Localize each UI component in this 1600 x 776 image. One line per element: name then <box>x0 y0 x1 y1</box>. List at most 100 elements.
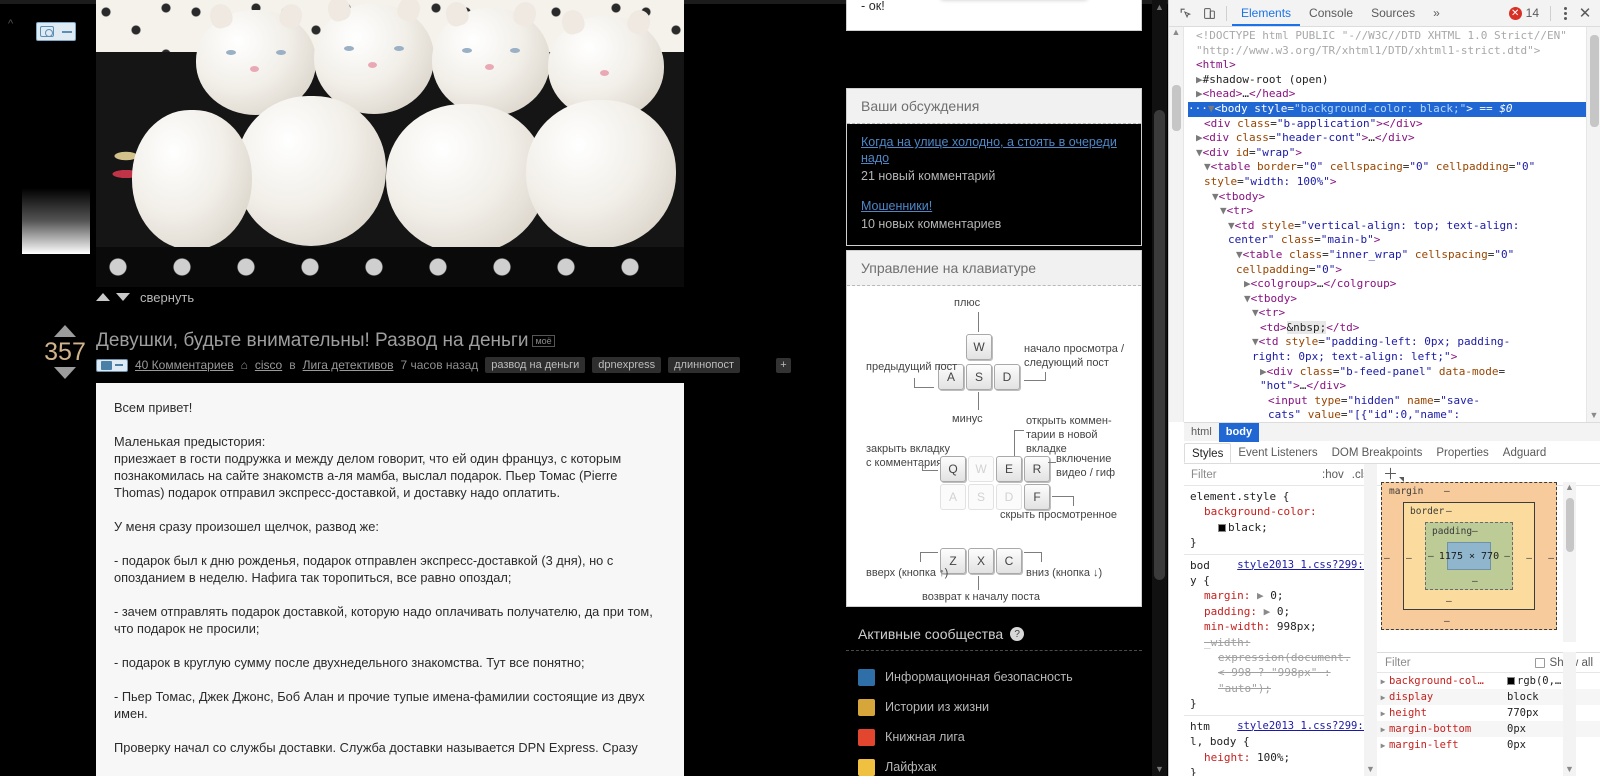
dom-node[interactable]: "hot">…</div> <box>1188 379 1586 394</box>
stylesheet-source-link[interactable]: style2013 1.css?299:4 <box>1237 558 1370 573</box>
style-rule-element[interactable]: element.style { background-color: black;… <box>1184 486 1376 555</box>
dom-node[interactable]: ▶<head>…</head> <box>1188 87 1586 102</box>
box-model-margin-right[interactable]: – <box>1548 553 1554 564</box>
vote-up-button[interactable] <box>54 325 76 337</box>
box-model-margin-bottom[interactable]: – <box>1444 616 1450 627</box>
tab-dom-breakpoints[interactable]: DOM Breakpoints <box>1325 443 1430 463</box>
dom-node[interactable]: ▼<table class="inner_wrap" cellspacing="… <box>1188 248 1586 263</box>
rule-value[interactable]: 100%; <box>1257 751 1290 764</box>
dom-node[interactable]: ▼<tr> <box>1188 204 1586 219</box>
camera-widget[interactable] <box>36 22 76 41</box>
dom-node[interactable]: <!DOCTYPE html PUBLIC "-//W3C//DTD XHTML… <box>1188 29 1586 44</box>
rule-value[interactable]: 0; <box>1270 589 1283 602</box>
vote-down-button[interactable] <box>54 367 76 379</box>
inspect-element-icon[interactable] <box>1173 2 1197 24</box>
computed-scrollbar[interactable]: ▼ <box>1563 652 1576 776</box>
dom-node[interactable]: <div class="b-application"></div> <box>1188 117 1586 132</box>
dom-node[interactable]: "http://www.w3.org/TR/xhtml1/DTD/xhtml1-… <box>1188 44 1586 59</box>
rule-property[interactable]: margin: <box>1204 589 1250 602</box>
scroll-down-arrow-icon[interactable]: ▼ <box>1155 764 1164 774</box>
tab-event-listeners[interactable]: Event Listeners <box>1231 443 1324 463</box>
scroll-down-arrow-icon[interactable]: ▼ <box>1587 410 1600 420</box>
dom-node[interactable]: ▶#shadow-root (open) <box>1188 73 1586 88</box>
hov-toggle[interactable]: :hov <box>1322 469 1344 481</box>
dom-scrollbar-left[interactable]: ▲ <box>1169 27 1184 422</box>
error-badge[interactable]: ✕ 14 <box>1508 6 1539 20</box>
dom-node[interactable]: ▼<table border="0" cellspacing="0" cellp… <box>1188 160 1586 175</box>
expand-icon[interactable]: ▶ <box>1377 677 1389 686</box>
dom-node[interactable]: right: 0px; text-align: left;"> <box>1188 350 1586 365</box>
list-item[interactable]: Книжная лига <box>858 722 1148 752</box>
box-model-margin-top[interactable]: – <box>1444 486 1450 497</box>
dom-node[interactable]: ▼<div id="wrap"> <box>1188 146 1586 161</box>
dom-node[interactable]: ▶<div class="header-cont">…</div> <box>1188 131 1586 146</box>
box-model-border-top[interactable]: – <box>1446 506 1452 517</box>
box-model-padding-top[interactable]: – <box>1472 526 1478 537</box>
chevron-double-right-icon[interactable]: » <box>1424 0 1449 26</box>
scroll-up-arrow-icon[interactable]: ▲ <box>1169 27 1183 37</box>
dom-scrollbar-right[interactable]: ▼ <box>1586 27 1600 422</box>
list-item[interactable]: Информационная безопасность <box>858 662 1148 692</box>
tag-chip[interactable]: развод на деньги <box>485 357 586 373</box>
dom-node[interactable]: <td>&nbsp;</td> <box>1188 320 1586 336</box>
computed-filter-input[interactable]: Filter <box>1385 657 1411 669</box>
expand-icon[interactable]: ▶ <box>1377 741 1389 750</box>
tab-elements[interactable]: Elements <box>1232 0 1300 26</box>
box-model-border-left[interactable]: – <box>1406 553 1412 564</box>
rule-property[interactable]: height: <box>1204 751 1250 764</box>
dom-node[interactable]: <html> <box>1188 58 1586 73</box>
rule-value-disabled[interactable]: < 998 ? "998px" : <box>1218 666 1331 679</box>
style-rule-body[interactable]: bod style2013 1.css?299:4 y { margin: ▶ 0… <box>1184 555 1376 716</box>
box-model-content[interactable]: 1175 × 770 <box>1439 542 1499 570</box>
dom-node[interactable]: ▼<tbody> <box>1188 292 1586 307</box>
dom-node[interactable]: style="width: 100%"> <box>1188 175 1586 190</box>
plus-icon[interactable]: ＋ <box>1383 467 1398 482</box>
dom-scrollbar-thumb[interactable] <box>1172 85 1181 131</box>
box-model-padding-left[interactable]: – <box>1428 551 1434 562</box>
dom-node[interactable]: ▼<td style="padding-left: 0px; padding- <box>1188 335 1586 350</box>
tab-properties[interactable]: Properties <box>1429 443 1495 463</box>
box-model-diagram[interactable]: margin – – – – border – – – – padding – … <box>1381 482 1557 630</box>
style-rule-html-body[interactable]: htm style2013 1.css?299:1 l, body { heigh… <box>1184 716 1376 776</box>
device-toolbar-icon[interactable] <box>1197 2 1221 24</box>
rule-value-disabled[interactable]: expression(document. <box>1218 651 1350 664</box>
post-type-badge[interactable] <box>96 358 128 372</box>
breadcrumb-html[interactable]: html <box>1184 423 1219 442</box>
list-item[interactable]: Истории из жизни <box>858 692 1148 722</box>
rule-property[interactable]: background-color: <box>1204 505 1317 518</box>
rule-property[interactable]: padding: <box>1204 605 1257 618</box>
scroll-down-arrow-icon[interactable]: ▼ <box>1563 764 1576 774</box>
dom-node[interactable]: cats" value="[{"id":0,"name": <box>1188 408 1586 422</box>
box-model-scrollbar-thumb[interactable] <box>1566 498 1574 552</box>
rule-value-disabled[interactable]: "auto"); <box>1218 682 1271 695</box>
dom-tree[interactable]: <!DOCTYPE html PUBLIC "-//W3C//DTD XHTML… <box>1184 27 1586 422</box>
expand-icon[interactable]: ▶ <box>1257 589 1264 602</box>
box-model-margin-left[interactable]: – <box>1384 553 1390 564</box>
discussion-link[interactable]: Когда на улице холодно, а стоять в очере… <box>861 134 1127 166</box>
box-model-padding-right[interactable]: – <box>1504 551 1510 562</box>
breadcrumb-body[interactable]: body <box>1218 422 1260 442</box>
kebab-menu-icon[interactable] <box>1556 6 1574 20</box>
dom-scrollbar-thumb[interactable] <box>1590 35 1599 127</box>
expand-icon[interactable]: ▶ <box>1377 725 1389 734</box>
more-tags-button[interactable]: + <box>776 357 791 373</box>
box-model-padding-bottom[interactable]: – <box>1472 576 1478 587</box>
box-model-border-right[interactable]: – <box>1526 553 1532 564</box>
discussion-link[interactable]: Мошенники! <box>861 198 932 214</box>
dom-node-selected[interactable]: ···▼<body style="background-color: black… <box>1188 101 1586 117</box>
rule-value[interactable]: black; <box>1228 521 1268 534</box>
question-mark-icon[interactable]: ? <box>1010 627 1025 641</box>
dom-node[interactable]: ▶<colgroup>…</colgroup> <box>1188 277 1586 292</box>
dom-node[interactable]: cellpadding="0"> <box>1188 263 1586 278</box>
list-item[interactable]: Лайфхак <box>858 752 1148 776</box>
author-link[interactable]: cisco <box>255 358 282 372</box>
rule-value[interactable]: 0; <box>1277 605 1290 618</box>
box-model-scrollbar[interactable]: ▲ <box>1563 482 1576 642</box>
rule-property[interactable]: min-width: <box>1204 620 1270 633</box>
expand-icon[interactable]: ▶ <box>1264 605 1271 618</box>
dom-node[interactable]: ▶<div class="b-feed-panel" data-mode= <box>1188 365 1586 380</box>
tab-styles[interactable]: Styles <box>1184 443 1232 463</box>
tab-adguard[interactable]: Adguard <box>1496 443 1553 463</box>
scroll-up-chevron-icon[interactable]: ^ <box>8 18 13 30</box>
dom-node[interactable]: ▼<tr> <box>1188 306 1586 321</box>
